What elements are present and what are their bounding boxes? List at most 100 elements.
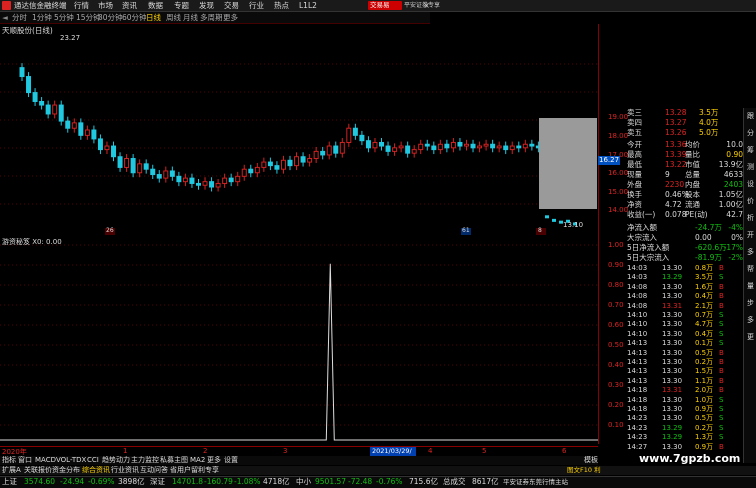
side-tool[interactable]: 测 xyxy=(747,162,754,172)
tick-row[interactable]: 14:23 13.29 0.2万 S xyxy=(627,424,755,432)
tick-row[interactable]: 14:27 13.30 0.9万 B xyxy=(627,443,755,451)
ask-row[interactable]: 卖五 13.26 5.0万 xyxy=(627,128,743,138)
btab-qa[interactable]: 互动问答 xyxy=(140,466,168,475)
ask-row[interactable]: 卖三 13.28 3.5万 xyxy=(627,108,743,118)
candle-chart[interactable] xyxy=(0,24,598,236)
tick-row[interactable]: 14:18 13.30 1.0万 S xyxy=(627,396,755,404)
side-tool[interactable]: 多 xyxy=(747,247,754,257)
btab-vip[interactable]: 省用户留利专享 xyxy=(170,466,219,475)
candle-body xyxy=(97,138,103,151)
tab-more[interactable]: 更多 xyxy=(223,13,238,22)
side-tool[interactable]: 开 xyxy=(747,230,754,240)
tick-row[interactable]: 14:08 13.31 2.1万 B xyxy=(627,302,755,310)
indicator-panel[interactable]: 游资秘笈 X0: 0.00 xyxy=(0,236,598,444)
side-tool[interactable]: 设 xyxy=(747,179,754,189)
close-icon[interactable]: × xyxy=(422,1,431,10)
candle-chart-panel[interactable]: 天顺股份(日线) 23.27 13.10 26 61 8 xyxy=(0,24,598,236)
tab-monthly[interactable]: 月线 xyxy=(183,13,198,22)
side-tool[interactable]: 筹 xyxy=(747,145,754,155)
tick-row[interactable]: 14:18 13.31 2.0万 B xyxy=(627,386,755,394)
tick-row[interactable]: 14:10 13.30 4.7万 S xyxy=(627,320,755,328)
tab-fenshi[interactable]: 分时 xyxy=(12,13,27,22)
menu-market[interactable]: 市场 xyxy=(98,1,113,10)
brand-badge[interactable]: 交易易 xyxy=(368,1,402,10)
tick-time: 14:23 xyxy=(627,414,648,423)
ind-tab-trend[interactable]: 趋势动力 xyxy=(102,456,130,465)
side-tool[interactable]: 跟 xyxy=(747,111,754,121)
tick-row[interactable]: 14:08 13.30 1.6万 B xyxy=(627,283,755,291)
menu-hq[interactable]: 行情 xyxy=(74,1,89,10)
btab-ext[interactable]: 扩展A xyxy=(2,466,21,475)
menu-discover[interactable]: 发现 xyxy=(199,1,214,10)
stat-value2: 1.05亿 xyxy=(718,190,743,199)
menu-trade[interactable]: 交易 xyxy=(224,1,239,10)
template-button[interactable]: 模板 xyxy=(584,456,598,465)
tab-daily[interactable]: 日线 xyxy=(146,13,161,22)
btab-related[interactable]: 关联报价 xyxy=(24,466,52,475)
side-tool[interactable]: 价 xyxy=(747,196,754,206)
tick-row[interactable]: 14:13 13.30 0.2万 B xyxy=(627,358,755,366)
tick-row[interactable]: 14:03 13.30 0.8万 B xyxy=(627,264,755,272)
tick-list[interactable]: 14:03 13.30 0.8万 B 14:03 13.29 3.5万 S 14:0… xyxy=(627,264,743,466)
zx-name[interactable]: 中小 xyxy=(296,477,311,487)
flow-row[interactable]: 5日大宗流入 -81.9万 -2% xyxy=(627,253,743,263)
indicator-chart[interactable] xyxy=(0,236,598,444)
side-tool[interactable]: 更 xyxy=(747,332,754,342)
tick-row[interactable]: 14:13 13.30 1.1万 B xyxy=(627,377,755,385)
side-tool[interactable]: 量 xyxy=(747,281,754,291)
side-tool[interactable]: 多 xyxy=(747,315,754,325)
ind-tab-cci[interactable]: CCI xyxy=(87,456,99,465)
ind-tab-private[interactable]: 私募主图 xyxy=(160,456,188,465)
menu-l1l2[interactable]: L1L2 xyxy=(299,1,317,10)
side-tool[interactable]: 步 xyxy=(747,298,754,308)
tick-row[interactable]: 14:23 13.30 0.5万 S xyxy=(627,414,755,422)
f10-info[interactable]: 图文F10 利 xyxy=(567,466,601,475)
tick-row[interactable]: 14:08 13.30 0.4万 B xyxy=(627,292,755,300)
tab-1min[interactable]: 1分钟 xyxy=(32,13,52,22)
flow-row[interactable]: 大宗流入 0.00 0% xyxy=(627,233,743,243)
tab-30min[interactable]: 30分钟 xyxy=(98,13,123,22)
flow-label: 5日大宗流入 xyxy=(627,253,670,262)
menu-news[interactable]: 资讯 xyxy=(122,1,137,10)
btab-ind-news[interactable]: 行业资讯 xyxy=(111,466,139,475)
menu-data[interactable]: 数据 xyxy=(148,1,163,10)
sz-name[interactable]: 深证 xyxy=(150,477,165,487)
ind-tab-settings[interactable]: 设置 xyxy=(224,456,238,465)
tick-row[interactable]: 14:13 13.30 1.5万 B xyxy=(627,367,755,375)
ind-tab-macd[interactable]: MACD xyxy=(35,456,56,465)
tick-row[interactable]: 14:23 13.29 1.3万 S xyxy=(627,433,755,441)
side-tool[interactable]: 帮 xyxy=(747,264,754,274)
ask-row[interactable]: 卖四 13.27 4.0万 xyxy=(627,118,743,128)
tick-row[interactable]: 14:13 13.30 0.1万 S xyxy=(627,339,755,347)
tab-multi[interactable]: 多周期 xyxy=(200,13,223,22)
tick-row[interactable]: 14:10 13.30 0.4万 S xyxy=(627,330,755,338)
period-arrow-icon[interactable]: ◄ xyxy=(2,13,8,22)
btab-fund[interactable]: 资金分布 xyxy=(52,466,80,475)
ind-tab-window[interactable]: 窗口 xyxy=(18,456,32,465)
tick-row[interactable]: 14:18 13.30 0.9万 S xyxy=(627,405,755,413)
btab-news[interactable]: 综合资讯 xyxy=(82,466,110,475)
menu-topic[interactable]: 专题 xyxy=(174,1,189,10)
tab-5min[interactable]: 5分钟 xyxy=(54,13,74,22)
flow-row[interactable]: 5日净流入额 -620.6万 -17% xyxy=(627,243,743,253)
sh-name[interactable]: 上证 xyxy=(2,477,17,487)
broker-station[interactable]: 平安证券东莞行情主站 xyxy=(503,477,568,487)
menu-industry[interactable]: 行业 xyxy=(249,1,264,10)
tab-weekly[interactable]: 周线 xyxy=(166,13,181,22)
tick-row[interactable]: 14:10 13.30 0.7万 S xyxy=(627,311,755,319)
ind-tab-monitor[interactable]: 主力监控 xyxy=(131,456,159,465)
menu-hot[interactable]: 热点 xyxy=(274,1,289,10)
popup-window[interactable] xyxy=(539,118,597,209)
ind-tab-vol[interactable]: VOL-TDX xyxy=(56,456,86,465)
tab-60min[interactable]: 60分钟 xyxy=(122,13,147,22)
ind-tab-more[interactable]: 更多 xyxy=(207,456,221,465)
tick-row[interactable]: 14:03 13.29 3.5万 S xyxy=(627,273,755,281)
flow-row[interactable]: 净流入额 -24.7万 -4% xyxy=(627,223,743,233)
ind-tab-zhibiao[interactable]: 指标 xyxy=(2,456,16,465)
ind-tab-ma2[interactable]: MA2 xyxy=(190,456,205,465)
side-tool[interactable]: 分 xyxy=(747,128,754,138)
side-tool[interactable]: 析 xyxy=(747,213,754,223)
stat-key: 最高 xyxy=(627,150,642,159)
tick-row[interactable]: 14:13 13.30 0.5万 B xyxy=(627,349,755,357)
tab-15min[interactable]: 15分钟 xyxy=(76,13,101,22)
